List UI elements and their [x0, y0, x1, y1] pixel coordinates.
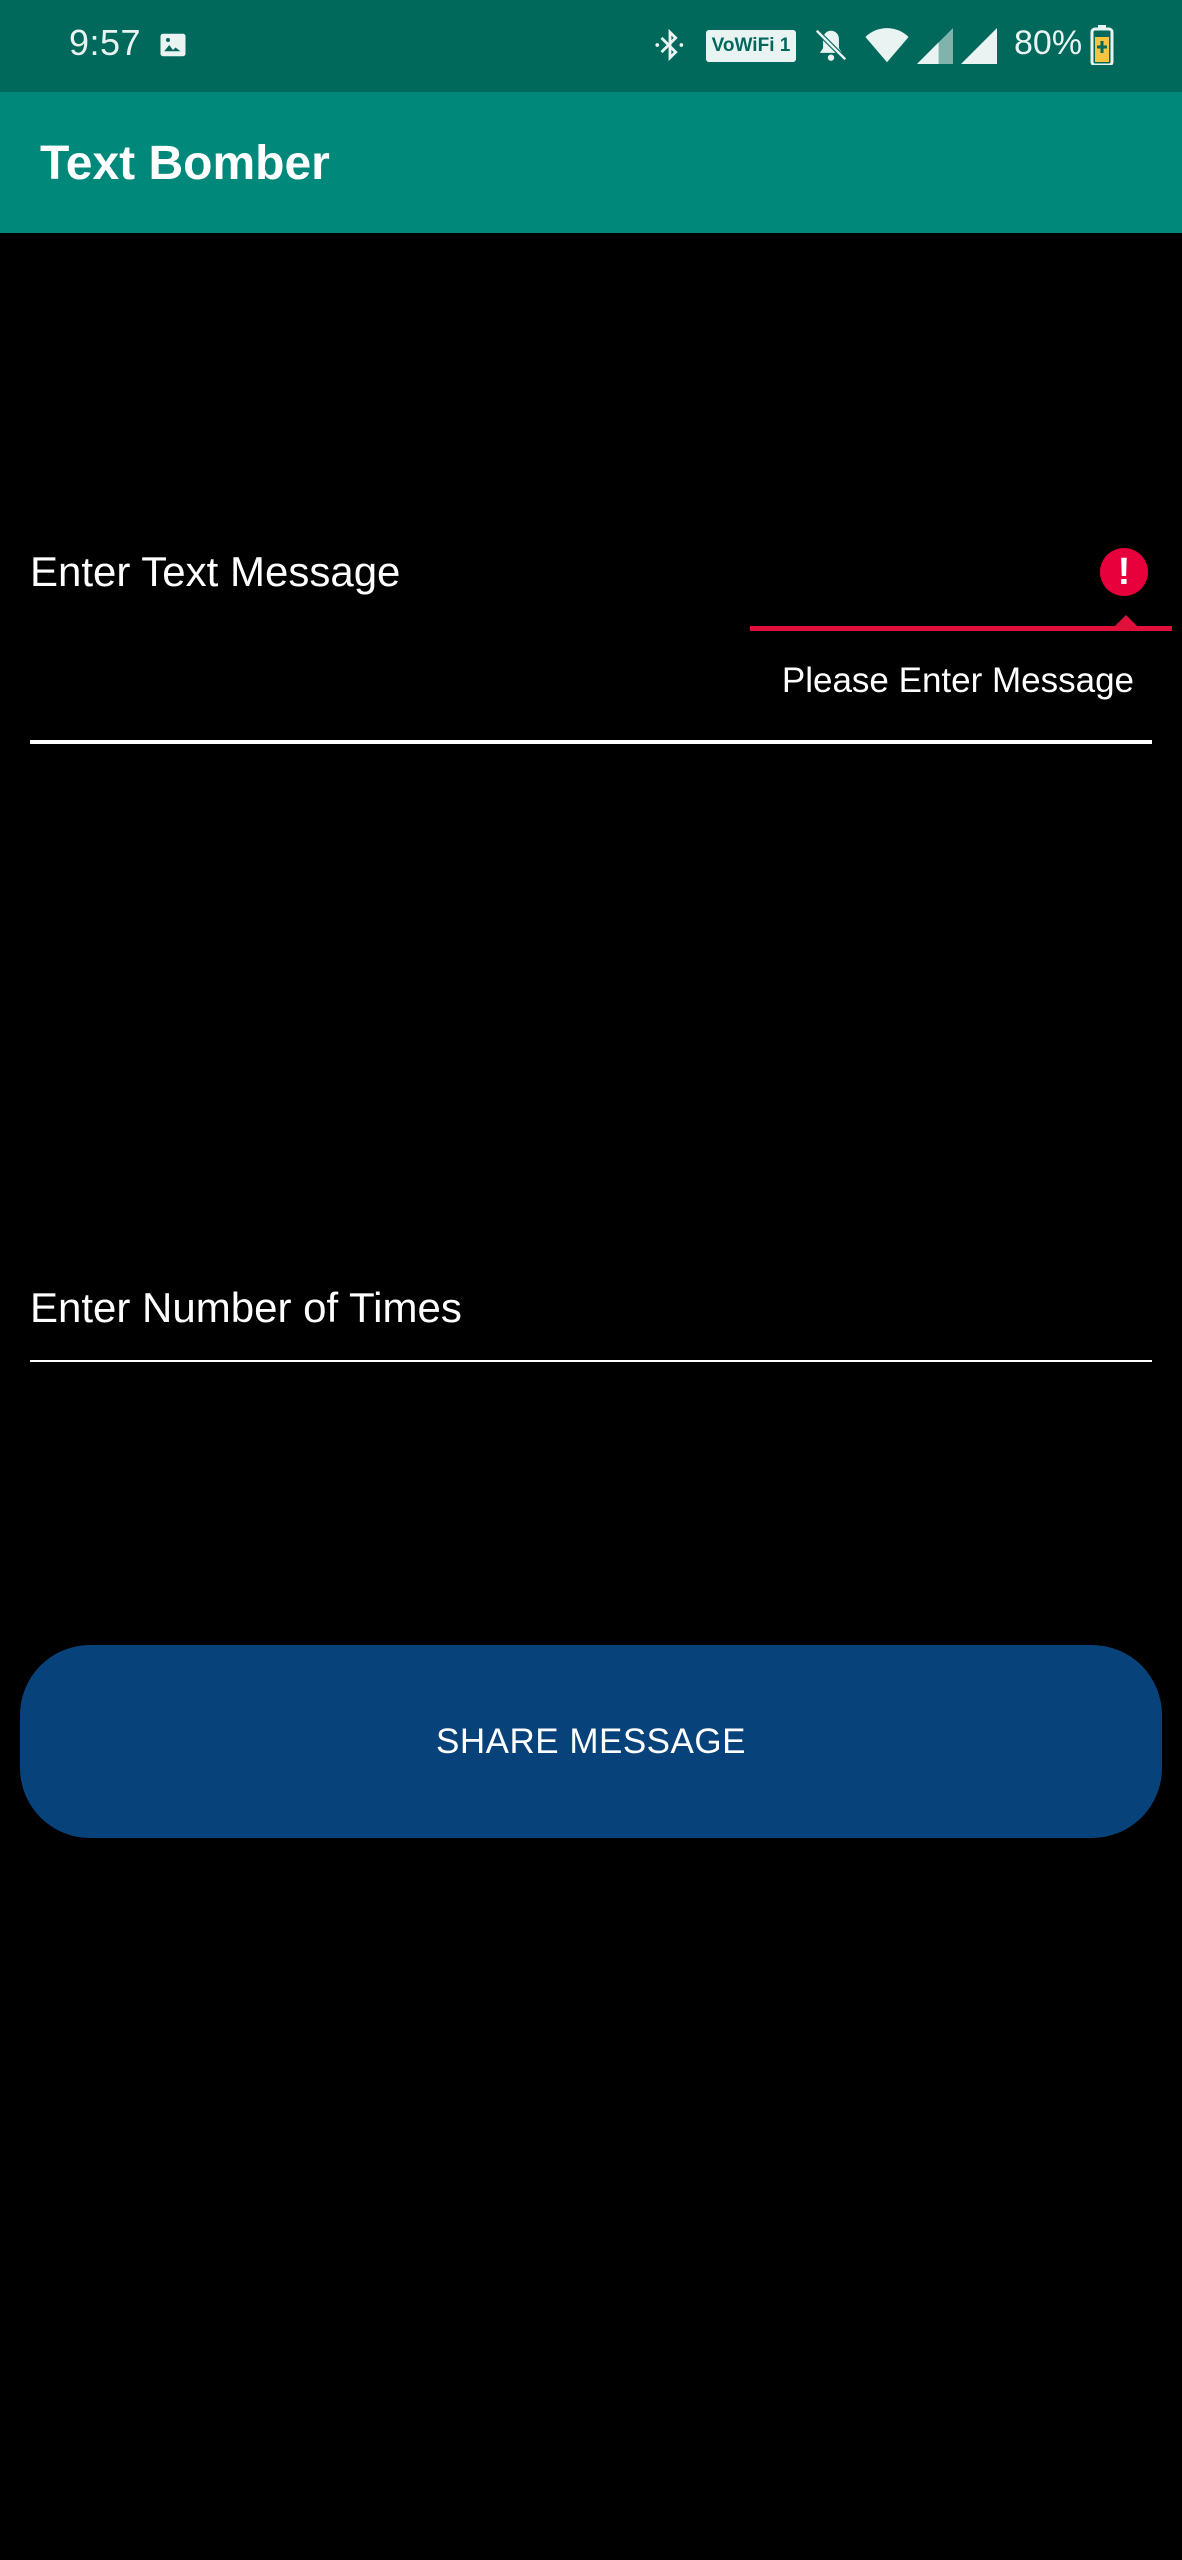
signal-icon	[917, 28, 953, 69]
tooltip-caret	[1114, 615, 1138, 627]
share-message-button[interactable]: SHARE MESSAGE	[20, 1645, 1162, 1838]
bell-off-icon	[812, 26, 850, 69]
bluetooth-icon	[653, 27, 687, 68]
message-input[interactable]	[30, 548, 1152, 596]
app-bar: Text Bomber	[0, 92, 1182, 233]
battery-charging-icon	[1090, 25, 1114, 70]
status-time: 9:57	[69, 22, 142, 63]
count-input[interactable]	[30, 1284, 1152, 1332]
wifi-icon	[865, 28, 909, 69]
count-underline	[30, 1360, 1152, 1362]
error-message: Please Enter Message	[781, 661, 1134, 700]
status-bar: 9:57 VoWiFi 1 80%	[0, 0, 1182, 92]
image-notification-icon	[158, 30, 188, 65]
error-icon[interactable]: !	[1100, 548, 1148, 596]
battery-percent: 80%	[1014, 24, 1083, 62]
message-underline	[30, 740, 1152, 744]
error-tooltip: Please Enter Message	[750, 615, 1172, 727]
signal-icon	[961, 28, 997, 69]
app-title: Text Bomber	[40, 137, 330, 190]
count-field	[30, 1270, 1152, 1370]
vowifi-badge: VoWiFi 1	[706, 30, 796, 62]
